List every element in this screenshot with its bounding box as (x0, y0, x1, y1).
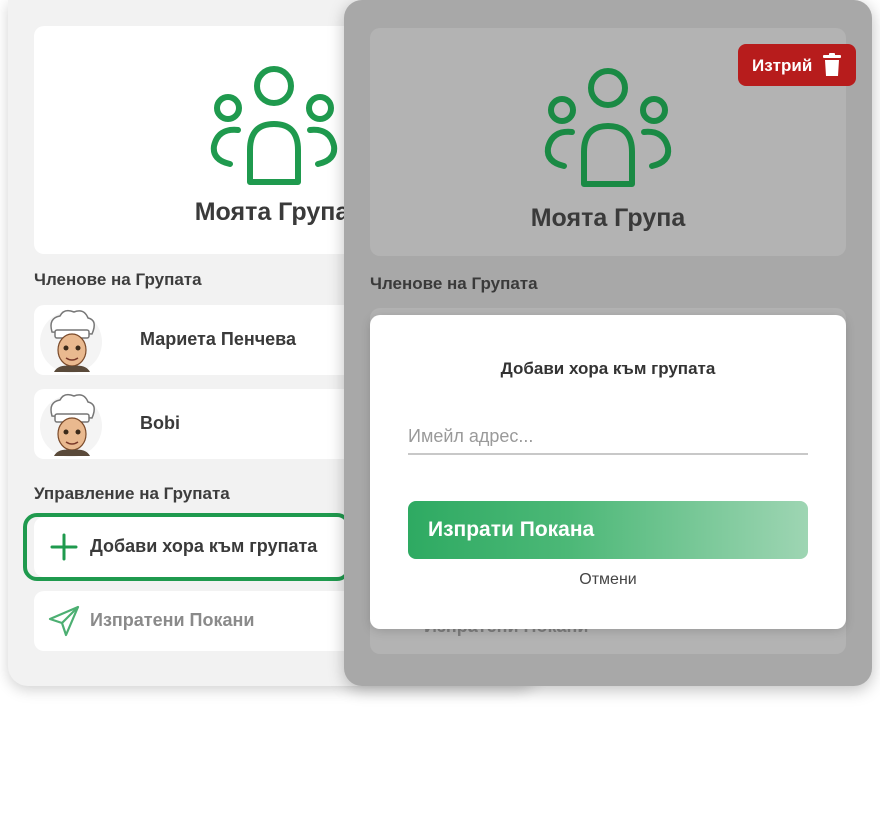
member-name: Мариета Пенчева (140, 329, 297, 349)
trash-icon (823, 53, 841, 76)
paper-plane-icon (48, 605, 80, 637)
people-group-icon (210, 66, 338, 185)
management-heading: Управление на Групата (34, 484, 230, 503)
sent-invites-label: Изпратени Покани (90, 610, 255, 630)
add-people-highlight (23, 513, 351, 581)
member-name: Bobi (140, 413, 180, 433)
delete-label: Изтрий (752, 56, 813, 75)
dialog-title: Добави хора към групата (500, 359, 716, 378)
delete-group-button[interactable]: Изтрий (738, 44, 856, 86)
cancel-button[interactable]: Отмени (370, 571, 846, 589)
people-group-icon (544, 68, 672, 187)
add-people-dialog: Добави хора към групата Изпрати Покана О… (370, 315, 846, 629)
avatar (40, 309, 102, 373)
members-heading: Членове на Групата (34, 270, 202, 289)
group-title: Моята Група (530, 204, 686, 232)
group-header-card: Моята Група Изтрий (370, 28, 856, 256)
members-heading: Членове на Групата (370, 274, 538, 293)
email-field[interactable] (408, 419, 808, 455)
send-invite-button[interactable]: Изпрати Покана (408, 501, 808, 559)
avatar (40, 393, 102, 457)
